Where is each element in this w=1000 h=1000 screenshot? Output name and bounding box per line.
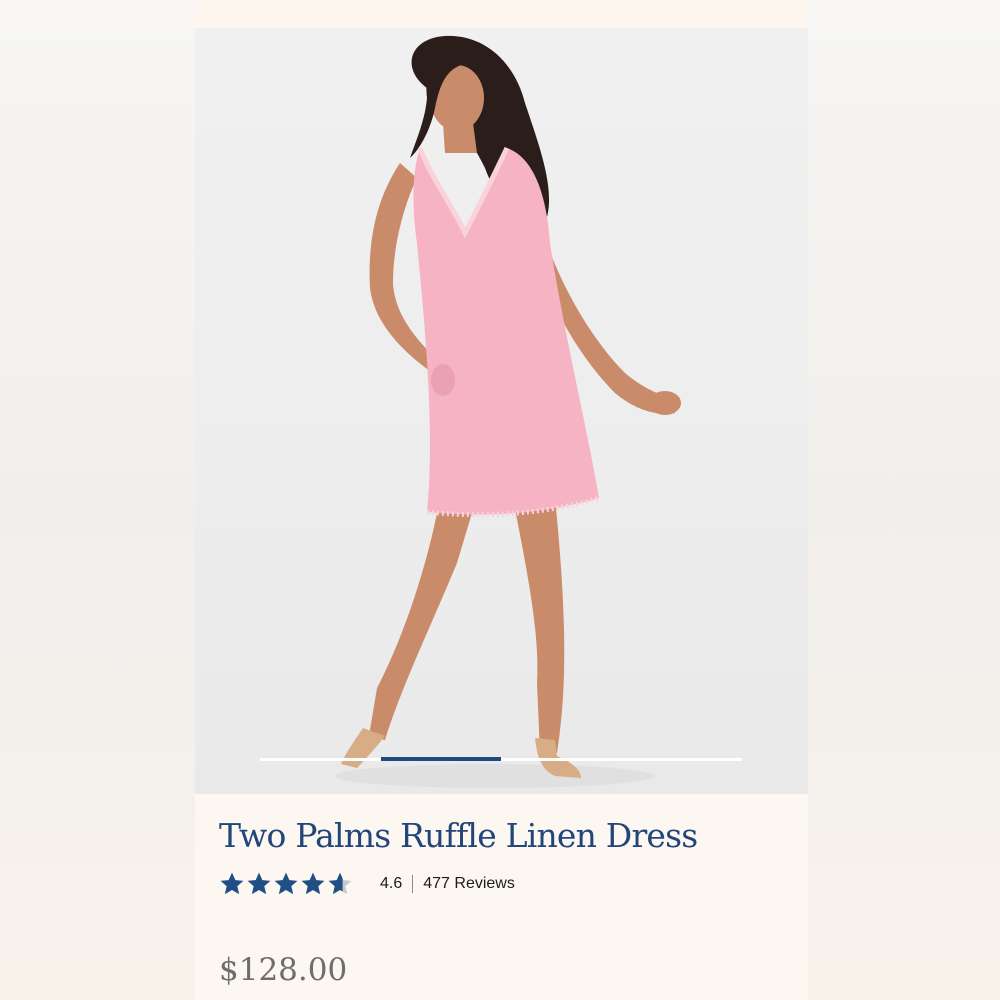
product-page: Two Palms Ruffle Linen Dress 4.6 477 Rev…: [195, 0, 808, 1000]
rating-divider: [412, 875, 414, 893]
rating-value: 4.6: [380, 875, 403, 892]
top-bar: [195, 0, 808, 28]
product-image-carousel[interactable]: [195, 28, 808, 794]
carousel-progress-track: [260, 757, 742, 761]
reviews-link[interactable]: 477 Reviews: [423, 875, 515, 893]
carousel-progress-indicator[interactable]: [380, 757, 501, 761]
product-rating[interactable]: 4.6 477 Reviews: [219, 868, 515, 900]
background-blur-right: [808, 0, 1000, 1000]
star-icon: [274, 872, 298, 895]
product-title: Two Palms Ruffle Linen Dress: [219, 816, 698, 855]
product-image: [335, 35, 681, 788]
product-price: $128.00: [219, 952, 348, 988]
star-icon: [247, 872, 271, 895]
star-icon: [328, 872, 352, 895]
rating-stars: [219, 871, 353, 897]
star-icon: [301, 872, 325, 895]
star-icon: [220, 872, 244, 895]
background-blur-left: [0, 0, 195, 1000]
